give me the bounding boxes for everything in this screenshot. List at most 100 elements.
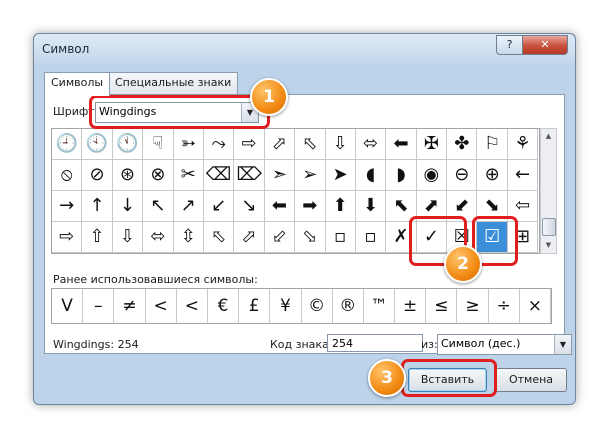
symbol-cell[interactable]: ◗ bbox=[386, 160, 417, 191]
symbol-cell[interactable]: ⬀ bbox=[264, 129, 296, 160]
from-select[interactable]: Символ (дес.) ▼ bbox=[437, 334, 572, 355]
symbol-cell[interactable]: ➡ bbox=[295, 191, 326, 222]
recent-symbol-cell[interactable]: ≥ bbox=[457, 289, 489, 323]
recent-symbol-cell[interactable]: ÷ bbox=[489, 289, 520, 323]
symbol-cell[interactable]: ⬅ bbox=[264, 191, 296, 222]
tab-special-characters[interactable]: Специальные знаки bbox=[108, 72, 239, 94]
symbol-cell[interactable]: ↙ bbox=[203, 191, 235, 222]
scroll-up-icon[interactable]: ▲ bbox=[541, 129, 556, 144]
insert-button[interactable]: Вставить bbox=[408, 368, 487, 392]
symbol-cell[interactable]: ➢ bbox=[295, 160, 326, 191]
symbol-cell[interactable]: ▫ bbox=[355, 222, 387, 253]
font-select[interactable]: Wingdings ▼ bbox=[95, 102, 259, 123]
symbol-name: Wingdings: 254 bbox=[53, 338, 139, 351]
recent-symbol-cell[interactable]: < bbox=[146, 289, 177, 323]
recent-symbol-cell[interactable]: © bbox=[302, 289, 333, 323]
symbol-cell[interactable]: ◖ bbox=[355, 160, 387, 191]
recent-symbol-cell[interactable]: ¥ bbox=[270, 289, 302, 323]
symbol-cell[interactable]: ⇩ bbox=[325, 129, 356, 160]
symbol-cell[interactable]: ☟ bbox=[143, 129, 174, 160]
symbol-cell[interactable]: ⊛ bbox=[112, 160, 144, 191]
close-button[interactable]: ✕ bbox=[522, 35, 568, 55]
recent-symbol-cell[interactable]: ™ bbox=[364, 289, 396, 323]
recent-symbol-cell[interactable]: € bbox=[208, 289, 240, 323]
from-label: из: bbox=[421, 338, 438, 351]
symbol-cell[interactable]: ↖ bbox=[143, 191, 174, 222]
symbol-cell[interactable]: → bbox=[52, 191, 83, 222]
symbol-cell[interactable]: ⤳ bbox=[203, 129, 235, 160]
symbol-cell[interactable]: ↗ bbox=[173, 191, 204, 222]
symbol-cell[interactable]: ⌦ bbox=[234, 160, 265, 191]
symbol-cell[interactable]: ◉ bbox=[416, 160, 448, 191]
symbol-cell[interactable]: ⇳ bbox=[173, 222, 204, 253]
recent-symbol-cell[interactable]: ® bbox=[333, 289, 364, 323]
symbol-cell[interactable]: ▫ bbox=[325, 222, 356, 253]
symbol-cell[interactable]: ➳ bbox=[173, 129, 204, 160]
symbol-cell[interactable]: ➤ bbox=[325, 160, 356, 191]
symbol-cell[interactable]: ↘ bbox=[234, 191, 265, 222]
symbol-cell[interactable]: ⬅ bbox=[386, 129, 417, 160]
recent-symbol-cell[interactable]: < bbox=[177, 289, 208, 323]
symbol-cell[interactable]: ⇨ bbox=[234, 129, 265, 160]
symbol-cell[interactable]: ⬇ bbox=[355, 191, 387, 222]
symbol-cell[interactable]: ⬊ bbox=[477, 191, 508, 222]
symbol-cell[interactable]: ➣ bbox=[264, 160, 296, 191]
symbol-cell[interactable]: 🕘 bbox=[52, 129, 83, 160]
title-bar[interactable]: Символ ? ✕ bbox=[34, 34, 575, 64]
code-input[interactable]: 254 bbox=[327, 334, 423, 352]
symbol-cell[interactable]: ⬀ bbox=[234, 222, 265, 253]
symbol-grid-scrollbar[interactable]: ▲ ▼ bbox=[540, 128, 557, 254]
symbol-cell[interactable]: ⊘ bbox=[82, 160, 113, 191]
symbol-cell[interactable]: ⬁ bbox=[295, 129, 326, 160]
symbol-cell[interactable]: ✂ bbox=[173, 160, 204, 191]
recent-symbol-cell[interactable]: ≤ bbox=[426, 289, 458, 323]
symbol-cell[interactable]: ⬁ bbox=[203, 222, 235, 253]
chevron-down-icon[interactable]: ▼ bbox=[554, 335, 571, 354]
symbol-dialog: Символ ? ✕ Символы Специальные знаки Шри… bbox=[33, 33, 576, 405]
recent-symbol-cell[interactable]: ± bbox=[395, 289, 427, 323]
from-value: Символ (дес.) bbox=[441, 337, 521, 350]
symbol-cell[interactable]: ⬈ bbox=[416, 191, 448, 222]
recent-symbol-cell[interactable]: £ bbox=[239, 289, 271, 323]
symbol-cell[interactable]: ⇧ bbox=[82, 222, 113, 253]
symbol-cell[interactable]: ↑ bbox=[82, 191, 113, 222]
symbol-cell[interactable]: ⊖ bbox=[447, 160, 478, 191]
symbol-cell[interactable]: ← bbox=[507, 160, 539, 191]
tab-symbols[interactable]: Символы bbox=[44, 72, 111, 96]
window-title: Символ bbox=[42, 42, 90, 56]
symbol-cell[interactable]: ⦸ bbox=[52, 160, 83, 191]
symbol-cell[interactable]: ⬆ bbox=[325, 191, 356, 222]
recent-symbol-cell[interactable]: – bbox=[83, 289, 115, 323]
symbol-cell[interactable]: ⬄ bbox=[143, 222, 174, 253]
symbol-cell[interactable]: ⬃ bbox=[264, 222, 296, 253]
symbol-cell[interactable]: 🕙 bbox=[82, 129, 113, 160]
symbol-cell[interactable]: ⬄ bbox=[355, 129, 387, 160]
scroll-thumb[interactable] bbox=[542, 218, 556, 236]
symbol-cell[interactable]: ✓ bbox=[416, 222, 448, 253]
symbol-cell[interactable]: ✤ bbox=[447, 129, 478, 160]
symbol-cell[interactable]: ✠ bbox=[416, 129, 448, 160]
symbol-cell[interactable]: ⬂ bbox=[295, 222, 326, 253]
symbol-cell[interactable]: ⊗ bbox=[143, 160, 174, 191]
symbol-cell[interactable]: ⚐ bbox=[477, 129, 508, 160]
symbol-cell[interactable]: ⇨ bbox=[52, 222, 83, 253]
cancel-button[interactable]: Отмена bbox=[495, 368, 567, 392]
symbol-cell[interactable]: ⊞ bbox=[507, 222, 539, 253]
symbol-cell[interactable]: ✗ bbox=[386, 222, 417, 253]
symbol-cell[interactable]: ⇩ bbox=[112, 222, 144, 253]
symbol-cell[interactable]: ⬉ bbox=[386, 191, 417, 222]
recent-symbol-cell[interactable]: × bbox=[520, 289, 551, 323]
symbol-cell[interactable]: ↓ bbox=[112, 191, 144, 222]
symbol-grid: 🕘 🕙 🕚 ☟ ➳ ⤳ ⇨ ⬀ ⬁ ⇩ ⬄ ⬅ ✠ ✤ ⚐ ⚘ ⦸ ⊘ ⊛ ⊗ ✂ ⌫ ⌦ ➣ ➢ ➤ ◖ ◗ ◉ ⊖ ⊕ ← → ↑ ↓ ↖ ↗ ↙ ↘ ⬅… bbox=[51, 128, 540, 254]
symbol-cell[interactable]: ⌫ bbox=[203, 160, 235, 191]
symbol-cell[interactable]: ⚘ bbox=[507, 129, 539, 160]
recent-symbol-cell[interactable]: ≠ bbox=[114, 289, 146, 323]
recent-symbol-cell[interactable]: V bbox=[52, 289, 84, 323]
symbol-cell[interactable]: ⬋ bbox=[447, 191, 478, 222]
symbol-cell[interactable]: ⇦ bbox=[507, 191, 539, 222]
scroll-down-icon[interactable]: ▼ bbox=[541, 238, 556, 253]
symbol-cell[interactable]: ⊕ bbox=[477, 160, 508, 191]
help-button[interactable]: ? bbox=[496, 35, 523, 55]
symbol-cell[interactable]: 🕚 bbox=[112, 129, 144, 160]
symbol-cell[interactable]: ☑ bbox=[477, 222, 508, 253]
